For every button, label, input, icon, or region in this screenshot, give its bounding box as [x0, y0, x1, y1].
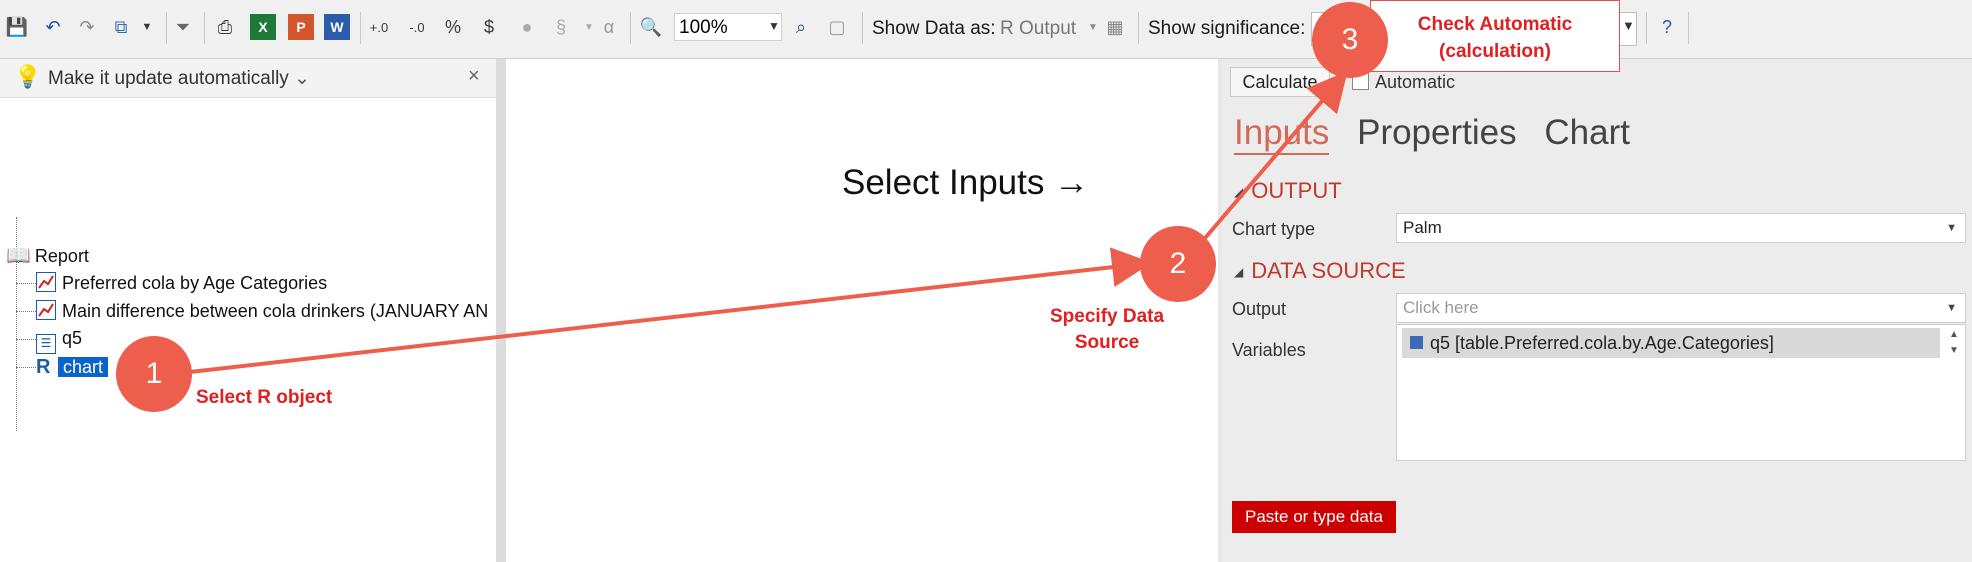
annotation-arrows: [189, 70, 1348, 374]
step-2-text: Specify Data Source: [1050, 306, 1164, 354]
step-3-callout: Check Automatic (calculation): [1370, 0, 1620, 72]
arrow-step1-to-step2: [189, 247, 1152, 374]
step-2-marker: 2: [1140, 226, 1216, 302]
step-2-text-line: Source: [1074, 332, 1140, 353]
step-3-marker: 3: [1312, 2, 1388, 78]
step-1-text: Select R object: [196, 387, 333, 408]
step-3-callout-line: (calculation): [1439, 41, 1551, 62]
step-1-marker: 1: [116, 336, 192, 412]
step-3-callout-line: Check Automatic: [1417, 14, 1573, 35]
step-2-text-line: Specify Data: [1050, 306, 1165, 327]
arrow-step2-to-step3: [1198, 70, 1348, 246]
